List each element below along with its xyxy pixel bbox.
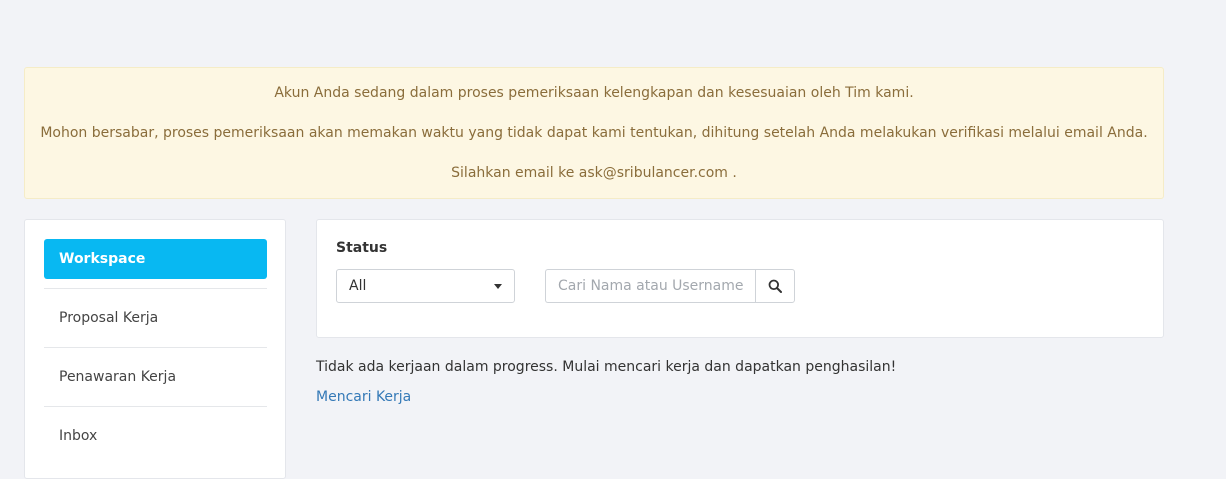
sidebar-item-label: Workspace: [59, 251, 146, 267]
notice-line-1: Akun Anda sedang dalam proses pemeriksaa…: [274, 85, 914, 101]
find-work-link[interactable]: Mencari Kerja: [316, 389, 411, 405]
sidebar-divider: [44, 347, 267, 348]
empty-state-message: Tidak ada kerjaan dalam progress. Mulai …: [316, 359, 897, 375]
search-input[interactable]: [545, 269, 756, 303]
sidebar: Workspace Proposal Kerja Penawaran Kerja…: [24, 219, 286, 479]
status-selected-value: All: [349, 278, 367, 294]
status-label: Status: [336, 240, 388, 256]
sidebar-divider: [44, 406, 267, 407]
sidebar-item-label: Penawaran Kerja: [59, 369, 177, 385]
sidebar-item-penawaran-kerja[interactable]: Penawaran Kerja: [44, 357, 267, 397]
search-icon: [768, 279, 782, 293]
sidebar-item-label: Proposal Kerja: [59, 310, 159, 326]
search-button[interactable]: [755, 269, 795, 303]
sidebar-item-proposal-kerja[interactable]: Proposal Kerja: [44, 298, 267, 338]
sidebar-item-inbox[interactable]: Inbox: [44, 416, 267, 456]
sidebar-divider: [44, 288, 267, 289]
caret-down-icon: [494, 284, 502, 289]
account-review-notice: Akun Anda sedang dalam proses pemeriksaa…: [24, 67, 1164, 199]
filter-panel: Status All: [316, 219, 1164, 338]
sidebar-item-label: Inbox: [59, 428, 98, 444]
notice-line-3: Silahkan email ke ask@sribulancer.com .: [451, 165, 737, 181]
notice-line-2: Mohon bersabar, proses pemeriksaan akan …: [40, 125, 1148, 141]
sidebar-item-workspace[interactable]: Workspace: [44, 239, 267, 279]
status-dropdown[interactable]: All: [336, 269, 515, 303]
